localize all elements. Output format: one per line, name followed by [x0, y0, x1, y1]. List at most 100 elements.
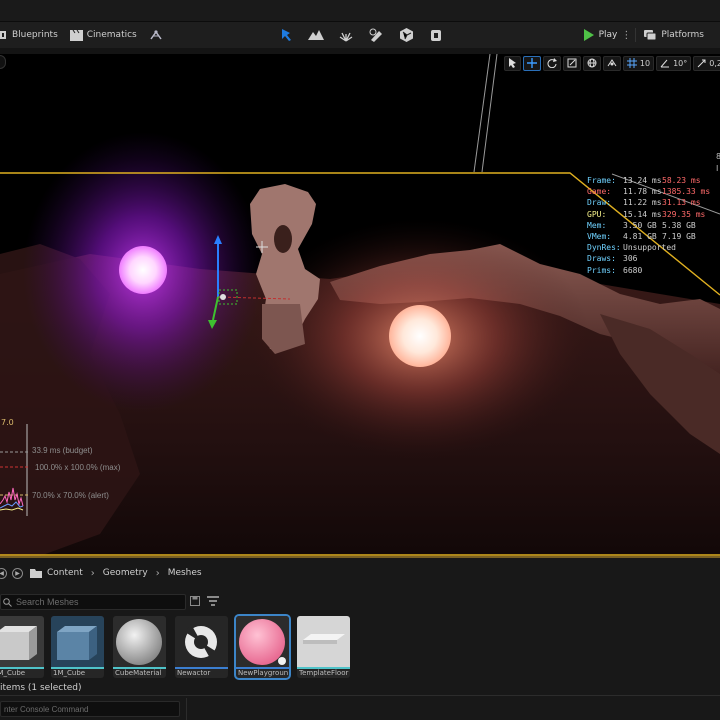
stat-key: Draw:	[587, 198, 612, 208]
world-space-button[interactable]	[582, 55, 601, 71]
chevron-right-icon: ›	[90, 567, 95, 579]
cinematics-label: Cinematics	[86, 30, 137, 40]
foliage-mode-icon[interactable]	[336, 25, 356, 45]
alert-label: 70.0% x 70.0% (alert)	[32, 491, 109, 500]
move-icon	[526, 58, 537, 68]
stat-gpu-row: GPU: 15.14 ms 329.35 ms	[587, 209, 720, 220]
stat-key: VMem:	[587, 232, 612, 242]
blueprints-label: Blueprints	[12, 30, 58, 40]
stat-draws-row: Draws: 306	[587, 253, 720, 264]
save-search-icon[interactable]	[190, 596, 200, 606]
stat-value: 15.14 ms	[623, 209, 662, 219]
cinematics-button[interactable]: Cinematics	[64, 22, 143, 48]
scale-icon	[567, 58, 577, 68]
asset-name: NewPlayground	[238, 669, 288, 677]
scale-snap-icon	[697, 59, 706, 67]
asset-tile[interactable]: CubeMaterial	[113, 616, 166, 678]
breadcrumb-content[interactable]: Content	[47, 568, 83, 578]
stat-draw-row: Draw: 11.22 ms 31.13 ms	[587, 197, 720, 208]
max-label: 100.0% x 100.0% (max)	[35, 463, 121, 472]
divider	[186, 698, 187, 720]
asset-tile[interactable]: Newactor	[175, 616, 228, 678]
stat-value: 6680	[623, 265, 643, 275]
stat-value: 11.22 ms	[623, 198, 662, 208]
asset-name: Newactor	[177, 669, 211, 677]
breadcrumb: ◀ ▶ Content › Geometry › Meshes	[0, 565, 202, 581]
rotate-tool-button[interactable]	[542, 55, 561, 71]
play-button[interactable]: Play	[577, 22, 620, 48]
asset-name: 1M_Cube	[53, 669, 86, 677]
landscape-mode-icon[interactable]	[306, 25, 326, 45]
stat-max-value: 7.19 GB	[662, 232, 696, 242]
content-browser: ◀ ▶ Content › Geometry › Meshes 1M_Cube	[0, 556, 720, 720]
breadcrumb-meshes[interactable]: Meshes	[168, 568, 202, 578]
stat-max-value: 5.38 GB	[662, 220, 696, 230]
edge-text-2: I	[716, 164, 719, 173]
surface-snap-icon	[607, 59, 617, 67]
search-field[interactable]	[0, 594, 186, 610]
grid-snap-value: 10	[639, 58, 651, 68]
asset-name: CubeMaterial	[115, 669, 162, 677]
select-mode-icon[interactable]	[276, 25, 296, 45]
platforms-icon	[644, 30, 657, 41]
asset-tile[interactable]: TemplateFloor	[297, 616, 350, 678]
modeling-mode-icon[interactable]	[426, 25, 446, 45]
history-forward-icon[interactable]: ▶	[12, 567, 23, 579]
mode-selector	[276, 22, 446, 48]
scale-snap-value: 0,2	[709, 58, 720, 68]
angle-icon	[660, 59, 670, 67]
sphere-thumbnail	[113, 616, 166, 668]
main-toolbar: Blueprints Cinematics Play ⋮ Platforms	[0, 22, 720, 48]
stat-key: GPU:	[587, 209, 607, 219]
stat-value: 306	[623, 254, 638, 264]
asset-tile-selected[interactable]: NewPlayground	[234, 614, 291, 680]
rotation-snap-button[interactable]: 10°	[656, 55, 692, 71]
play-icon	[583, 29, 594, 41]
search-icon	[3, 597, 12, 607]
fracture-mode-icon[interactable]	[396, 25, 416, 45]
folder-icon	[30, 569, 42, 578]
sphere-thumbnail	[236, 616, 289, 668]
play-options-icon[interactable]: ⋮	[619, 30, 633, 41]
blueprints-icon	[0, 31, 6, 39]
stat-unit-overlay: Frame: 13.24 ms 58.23 ms Game: 11.78 ms …	[587, 175, 720, 276]
blueprints-button[interactable]: Blueprints	[0, 22, 64, 48]
build-icon	[150, 29, 162, 39]
budget-label: 33.9 ms (budget)	[32, 446, 93, 455]
breadcrumb-geometry[interactable]: Geometry	[103, 568, 148, 578]
stat-key: Mem:	[587, 220, 607, 230]
scale-snap-button[interactable]: 0,2	[693, 55, 720, 71]
stat-dynres-row: DynRes: Unsupported	[587, 242, 720, 253]
cube-thumbnail	[51, 616, 104, 668]
grid-snap-button[interactable]: 10	[622, 55, 655, 71]
filter-icon[interactable]	[207, 596, 219, 607]
budget-graph-value: 7.0	[1, 418, 14, 427]
stat-value: 3.50 GB	[623, 220, 657, 230]
grid-icon	[626, 58, 637, 68]
viewport-toolbar: 10 10° 0,2	[503, 54, 720, 72]
build-button[interactable]	[143, 22, 169, 48]
blueprint-thumbnail	[175, 616, 228, 668]
asset-tile[interactable]: 1M_Cube	[0, 616, 44, 678]
console-field[interactable]	[0, 701, 180, 717]
select-tool-button[interactable]	[503, 55, 521, 71]
stat-value: 13.24 ms	[623, 176, 662, 185]
stat-vmem-row: VMem: 4.81 GB 7.19 GB	[587, 231, 720, 242]
stat-max-value: 31.13 ms	[662, 198, 701, 208]
stat-game-row: Game: 11.78 ms 1385.33 ms	[587, 186, 720, 197]
mesh-paint-mode-icon[interactable]	[366, 25, 386, 45]
translate-tool-button[interactable]	[522, 55, 541, 71]
cursor-icon	[508, 58, 516, 68]
search-input[interactable]	[16, 597, 176, 607]
globe-icon	[587, 58, 597, 68]
level-viewport[interactable]: 10 10° 0,2 8 I Frame: 13.24 ms 58.23 ms …	[0, 54, 720, 556]
platforms-button[interactable]: Platforms	[638, 22, 720, 48]
surface-snap-button[interactable]	[602, 55, 621, 71]
asset-tile[interactable]: 1M_Cube	[51, 616, 104, 678]
scale-tool-button[interactable]	[562, 55, 581, 71]
history-back-icon[interactable]: ◀	[0, 567, 7, 579]
stat-max-value: 58.23 ms	[662, 176, 701, 185]
rotation-snap-value: 10°	[673, 58, 688, 68]
clapperboard-icon	[69, 29, 83, 41]
console-input[interactable]	[1, 702, 177, 716]
